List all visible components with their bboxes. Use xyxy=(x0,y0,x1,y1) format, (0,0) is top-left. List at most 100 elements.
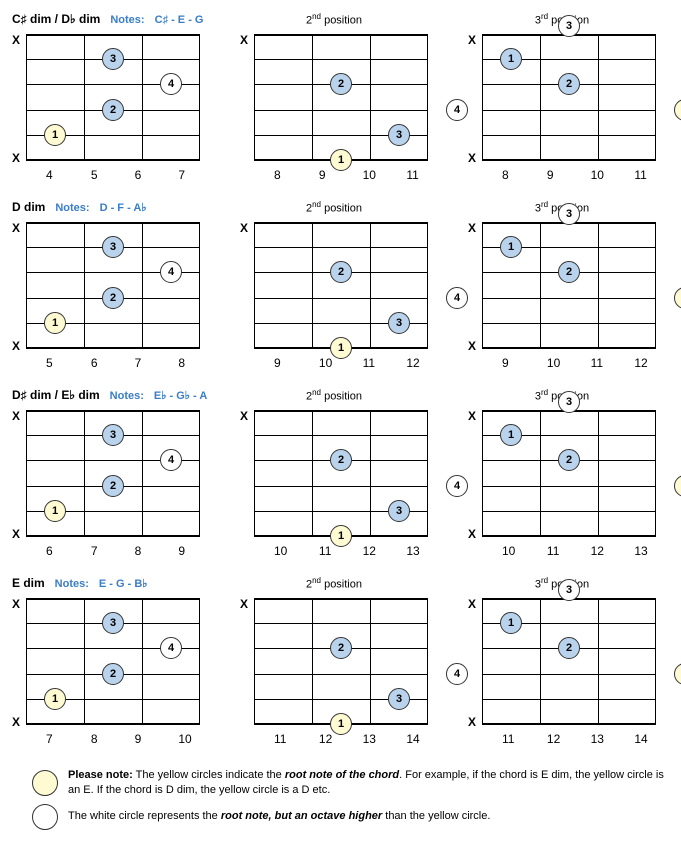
muted-bottom: X xyxy=(468,528,482,540)
legend-text: Please note: The yellow circles indicate… xyxy=(68,768,669,798)
muted-top: X xyxy=(240,598,254,610)
fret-number: 7 xyxy=(26,732,69,746)
chart-header: 2nd position xyxy=(240,12,428,30)
muted-strings: X xyxy=(240,222,254,348)
fret-line xyxy=(199,34,200,160)
string-line xyxy=(26,347,200,349)
string-line xyxy=(254,222,428,224)
muted-strings: XX xyxy=(468,410,482,536)
fret-number: 10 xyxy=(254,544,297,558)
fret-number: 11 xyxy=(612,168,656,182)
finger-dot: 2 xyxy=(558,449,580,471)
grid-wrap: X1234 xyxy=(240,34,428,160)
fret-number: 4 xyxy=(26,168,69,182)
root-octave-dot: 3 xyxy=(558,203,580,225)
muted-strings: XX xyxy=(468,598,482,724)
fret-line xyxy=(370,34,371,160)
fret-line xyxy=(199,598,200,724)
fret-line xyxy=(84,222,85,348)
fret-number: 9 xyxy=(297,168,341,182)
fret-number: 7 xyxy=(69,544,113,558)
fret-numbers: 10111213 xyxy=(482,544,656,558)
fret-number: 6 xyxy=(113,168,157,182)
fret-line xyxy=(142,34,143,160)
muted-top: X xyxy=(12,598,26,610)
muted-top: X xyxy=(240,222,254,234)
string-line xyxy=(254,110,428,111)
fret-number: 12 xyxy=(525,732,569,746)
finger-dot: 2 xyxy=(558,261,580,283)
muted-strings: XX xyxy=(468,222,482,348)
finger-dot: 1 xyxy=(330,713,352,735)
muted-top: X xyxy=(468,598,482,610)
fret-line xyxy=(26,34,27,160)
fret-line xyxy=(254,410,255,536)
finger-dot: 3 xyxy=(102,424,124,446)
legend-circle-white xyxy=(32,804,58,830)
grid-wrap: XX3124 xyxy=(468,34,656,160)
chord-chart: E dimNotes:E - G - B♭XX123478910 xyxy=(12,576,200,746)
chord-chart: 2nd positionX1234891011 xyxy=(240,12,428,182)
finger-dot: 4 xyxy=(674,99,681,121)
chord-chart: D dimNotes:D - F - A♭XX12345678 xyxy=(12,200,200,370)
chord-name: D dim xyxy=(12,200,45,214)
chord-chart: C♯ dim / D♭ dimNotes:C♯ - E - GXX1234456… xyxy=(12,12,200,182)
fretboard-grid: 3124 xyxy=(482,34,656,160)
finger-dot: 1 xyxy=(44,688,66,710)
fret-line xyxy=(427,410,428,536)
notes-label: Notes: xyxy=(55,202,89,214)
muted-bottom: X xyxy=(12,716,26,728)
chord-notes: C♯ - E - G xyxy=(155,14,204,26)
grid-wrap: XX1234 xyxy=(12,34,200,160)
fret-number: 12 xyxy=(297,732,341,746)
fret-line xyxy=(254,34,255,160)
string-line xyxy=(482,298,656,299)
muted-strings: XX xyxy=(12,34,26,160)
fret-line xyxy=(427,34,428,160)
notes-label: Notes: xyxy=(110,14,144,26)
string-line xyxy=(482,323,656,324)
fret-number: 9 xyxy=(525,168,569,182)
muted-top: X xyxy=(468,34,482,46)
finger-dot: 2 xyxy=(330,261,352,283)
fret-number: 8 xyxy=(254,168,297,182)
muted-top: X xyxy=(468,410,482,422)
chord-chart: 2nd positionX12349101112 xyxy=(240,200,428,370)
grid-wrap: XX3124 xyxy=(468,410,656,536)
chart-header: D♯ dim / E♭ dimNotes:E♭ - G♭ - A xyxy=(12,388,200,406)
fret-number: 11 xyxy=(384,168,428,182)
finger-dot: 2 xyxy=(558,637,580,659)
chart-header: C♯ dim / D♭ dimNotes:C♯ - E - G xyxy=(12,12,200,30)
fret-line xyxy=(482,598,483,724)
fret-number: 12 xyxy=(341,544,385,558)
fret-line xyxy=(84,34,85,160)
chart-header: 2nd position xyxy=(240,200,428,218)
finger-dot: 2 xyxy=(330,637,352,659)
legend: Please note: The yellow circles indicate… xyxy=(12,768,669,830)
string-line xyxy=(254,34,428,36)
fret-number: 10 xyxy=(525,356,569,370)
fretboard-grid: 1234 xyxy=(254,34,428,160)
fret-number: 13 xyxy=(569,732,613,746)
muted-bottom: X xyxy=(12,152,26,164)
fret-number: 8 xyxy=(69,732,113,746)
fret-number: 14 xyxy=(384,732,428,746)
chord-notes: D - F - A♭ xyxy=(100,201,147,214)
fretboard-grid: 1234 xyxy=(26,34,200,160)
legend-row: The white circle represents the root not… xyxy=(32,804,669,830)
fret-line xyxy=(254,598,255,724)
string-line xyxy=(482,723,656,725)
string-line xyxy=(254,410,428,412)
fretboard-grid: 1234 xyxy=(26,598,200,724)
finger-dot: 1 xyxy=(330,337,352,359)
muted-strings: X xyxy=(240,34,254,160)
fret-number: 12 xyxy=(569,544,613,558)
fret-line xyxy=(370,222,371,348)
fret-line xyxy=(655,222,656,348)
notes-label: Notes: xyxy=(55,578,89,590)
muted-top: X xyxy=(240,410,254,422)
fret-number: 9 xyxy=(113,732,157,746)
root-octave-dot: 3 xyxy=(558,15,580,37)
string-line xyxy=(254,59,428,60)
finger-dot: 3 xyxy=(388,124,410,146)
